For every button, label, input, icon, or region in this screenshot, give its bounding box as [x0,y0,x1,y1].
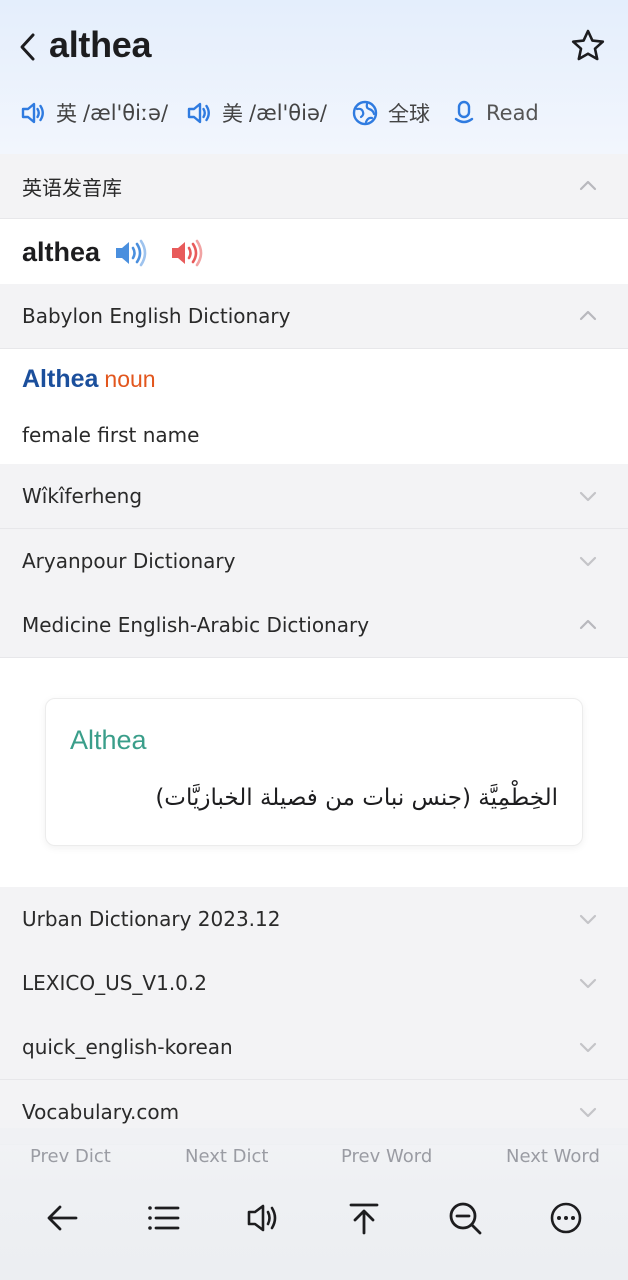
section-title: LEXICO_US_V1.0.2 [22,971,207,995]
page-title: althea [49,24,152,65]
speaker-red-icon[interactable] [170,238,204,268]
speaker-icon [187,102,210,124]
chevron-down-icon [579,1042,597,1053]
section-quick-korean[interactable]: quick_english-korean [0,1015,628,1080]
chevron-up-icon [579,180,597,191]
list-icon[interactable] [145,1200,181,1236]
chevron-down-icon [579,914,597,925]
speaker-icon [21,102,44,124]
global-label: 全球 [388,102,430,126]
read-label: Read [486,101,539,125]
voice-library-content: althea [0,219,628,284]
chevron-down-icon [579,491,597,502]
header: althea 英 /æl'θiːə/ 美 /æl'θiə/ 全球 Read [0,0,628,154]
chevron-up-icon [579,619,597,630]
section-title: Wîkîferheng [22,484,143,508]
section-aryanpour[interactable]: Aryanpour Dictionary [0,529,628,594]
section-lexico[interactable]: LEXICO_US_V1.0.2 [0,951,628,1016]
globe-icon [352,100,378,126]
more-icon[interactable] [548,1200,584,1236]
speaker-icon[interactable] [245,1200,281,1236]
headword: Althea [22,365,99,393]
definition: female first name [22,423,200,447]
favorite-button[interactable] [570,28,606,64]
section-urban[interactable]: Urban Dictionary 2023.12 [0,887,628,952]
part-of-speech: noun [104,366,156,392]
ipa-text: /æl'θiə/ [249,101,327,125]
pronunciation-row: 英 /æl'θiːə/ 美 /æl'θiə/ 全球 Read [0,94,628,132]
chevron-left-icon [20,33,35,61]
uk-pronunciation[interactable]: 英 /æl'θiːə/ [20,94,168,132]
next-word-button[interactable]: Next Word [506,1146,600,1167]
definition: الخِطْمِيَّة (جنس نبات من فصيلة الخبازيَ… [155,785,558,811]
back-button[interactable] [18,30,44,64]
prev-dict-button[interactable]: Prev Dict [30,1146,111,1167]
search-zoom-icon[interactable] [447,1200,483,1236]
section-title: quick_english-korean [22,1035,233,1059]
bottom-bar: Prev Dict Next Dict Prev Word Next Word [0,1128,628,1280]
section-title: Vocabulary.com [22,1100,180,1124]
section-title: Urban Dictionary 2023.12 [22,907,281,931]
babylon-content: Althea noun female first name [0,349,628,464]
medicine-content: Althea الخِطْمِيَّة (جنس نبات من فصيلة ا… [0,658,628,887]
global-button[interactable]: 全球 [352,94,430,132]
section-title: Aryanpour Dictionary [22,549,236,573]
scroll-top-icon[interactable] [346,1200,382,1236]
section-babylon[interactable]: Babylon English Dictionary [0,284,628,349]
prev-word-button[interactable]: Prev Word [341,1146,432,1167]
section-title: Medicine English-Arabic Dictionary [22,613,370,637]
region-label: 美 [222,102,243,126]
section-voice-library[interactable]: 英语发音库 [0,154,628,219]
section-medicine[interactable]: Medicine English-Arabic Dictionary [0,593,628,658]
speaker-blue-icon[interactable] [114,238,148,268]
headword: Althea [70,725,147,755]
ipa-text: /æl'θiːə/ [83,101,169,125]
definition-card: Althea الخِطْمِيَّة (جنس نبات من فصيلة ا… [45,698,583,846]
next-dict-button[interactable]: Next Dict [185,1146,268,1167]
back-arrow-icon[interactable] [44,1200,80,1236]
section-title: Babylon English Dictionary [22,304,291,328]
us-pronunciation[interactable]: 美 /æl'θiə/ [186,94,327,132]
chevron-up-icon [579,310,597,321]
section-wikiferheng[interactable]: Wîkîferheng [0,464,628,529]
headword: althea [22,237,101,267]
read-button[interactable]: Read [452,94,539,132]
chevron-down-icon [579,556,597,567]
chevron-down-icon [579,1107,597,1118]
microphone-icon [454,100,474,124]
region-label: 英 [56,102,77,126]
chevron-down-icon [579,978,597,989]
star-icon [571,29,605,61]
section-title: 英语发音库 [22,175,122,200]
